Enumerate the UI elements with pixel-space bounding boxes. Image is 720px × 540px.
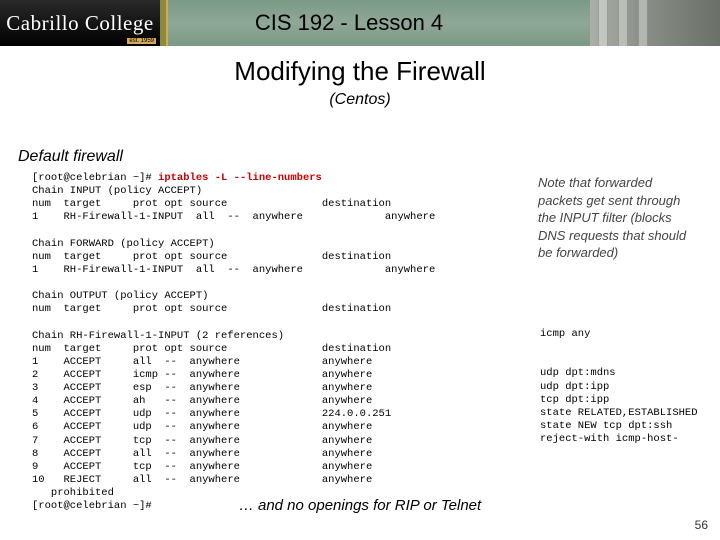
slide-heading: Modifying the Firewall: [0, 56, 720, 87]
term-line: 1 RH-Firewall-1-INPUT all -- anywhere an…: [32, 211, 435, 223]
extra-line: state RELATED,ESTABLISHED: [540, 407, 698, 419]
footer-text: … and no openings for RIP or Telnet: [0, 497, 720, 514]
term-line: Chain RH-Firewall-1-INPUT (2 references): [32, 330, 284, 342]
term-line: num target prot opt source destination: [32, 198, 391, 210]
term-line: 1 ACCEPT all -- anywhere anywhere: [32, 356, 372, 368]
extra-line: udp dpt:mdns: [540, 367, 616, 379]
extra-line: udp dpt:ipp: [540, 381, 609, 393]
term-line: 8 ACCEPT all -- anywhere anywhere: [32, 448, 372, 460]
logo: Cabrillo College est. 1959: [0, 0, 160, 46]
prompt: [root@celebrian ~]#: [32, 172, 158, 184]
term-line: 10 REJECT all -- anywhere anywhere: [32, 474, 372, 486]
side-note: Note that forwarded packets get sent thr…: [538, 174, 698, 262]
term-line: Chain OUTPUT (policy ACCEPT): [32, 290, 208, 302]
slide: Cabrillo College est. 1959 CIS 192 - Les…: [0, 0, 720, 540]
term-line: num target prot opt source destination: [32, 343, 391, 355]
term-line: num target prot opt source destination: [32, 303, 391, 315]
page-number: 56: [695, 518, 708, 532]
banner-title: CIS 192 - Lesson 4: [168, 10, 590, 36]
terminal-extra-col: icmp any udp dpt:mdns udp dpt:ipp tcp dp…: [540, 328, 698, 446]
slide-subheading: (Centos): [0, 91, 720, 109]
term-line: num target prot opt source destination: [32, 251, 391, 263]
extra-line: tcp dpt:ipp: [540, 394, 609, 406]
term-line: 6 ACCEPT udp -- anywhere anywhere: [32, 421, 372, 433]
command: iptables -L --line-numbers: [158, 172, 322, 184]
logo-text: Cabrillo College: [6, 11, 153, 36]
banner-photo: [590, 0, 720, 46]
term-line: 2 ACCEPT icmp -- anywhere anywhere: [32, 369, 372, 381]
banner: Cabrillo College est. 1959 CIS 192 - Les…: [0, 0, 720, 46]
extra-line: state NEW tcp dpt:ssh: [540, 420, 672, 432]
extra-line: reject-with icmp-host-: [540, 433, 679, 445]
logo-est: est. 1959: [127, 38, 156, 44]
term-line: Chain INPUT (policy ACCEPT): [32, 185, 202, 197]
section-label: Default firewall: [18, 148, 123, 166]
extra-line: icmp any: [540, 328, 590, 340]
terminal-output: [root@celebrian ~]# iptables -L --line-n…: [32, 172, 538, 513]
term-line: 3 ACCEPT esp -- anywhere anywhere: [32, 382, 372, 394]
term-line: 9 ACCEPT tcp -- anywhere anywhere: [32, 461, 372, 473]
term-line: 1 RH-Firewall-1-INPUT all -- anywhere an…: [32, 264, 435, 276]
term-line: 5 ACCEPT udp -- anywhere 224.0.0.251: [32, 408, 391, 420]
term-line: 7 ACCEPT tcp -- anywhere anywhere: [32, 435, 372, 447]
term-line: 4 ACCEPT ah -- anywhere anywhere: [32, 395, 372, 407]
term-line: Chain FORWARD (policy ACCEPT): [32, 238, 215, 250]
